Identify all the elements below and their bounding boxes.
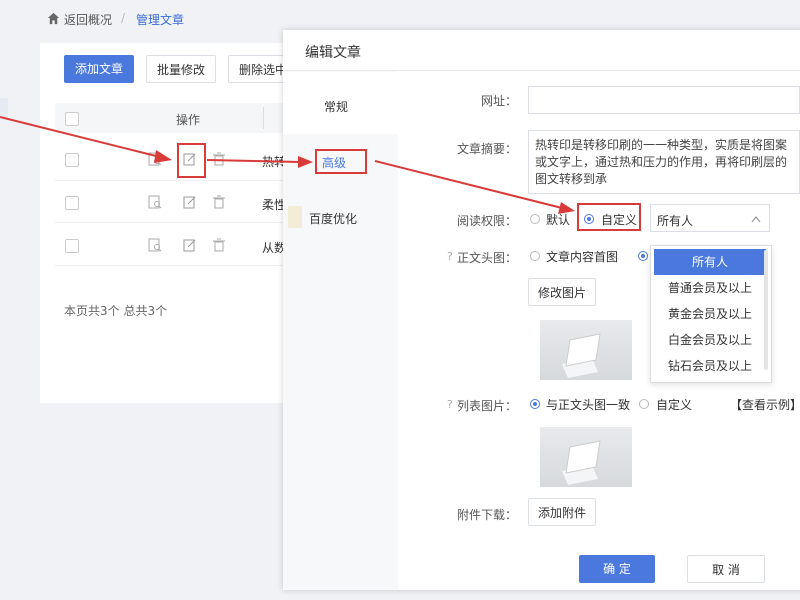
annotation-arrows: [0, 116, 575, 214]
